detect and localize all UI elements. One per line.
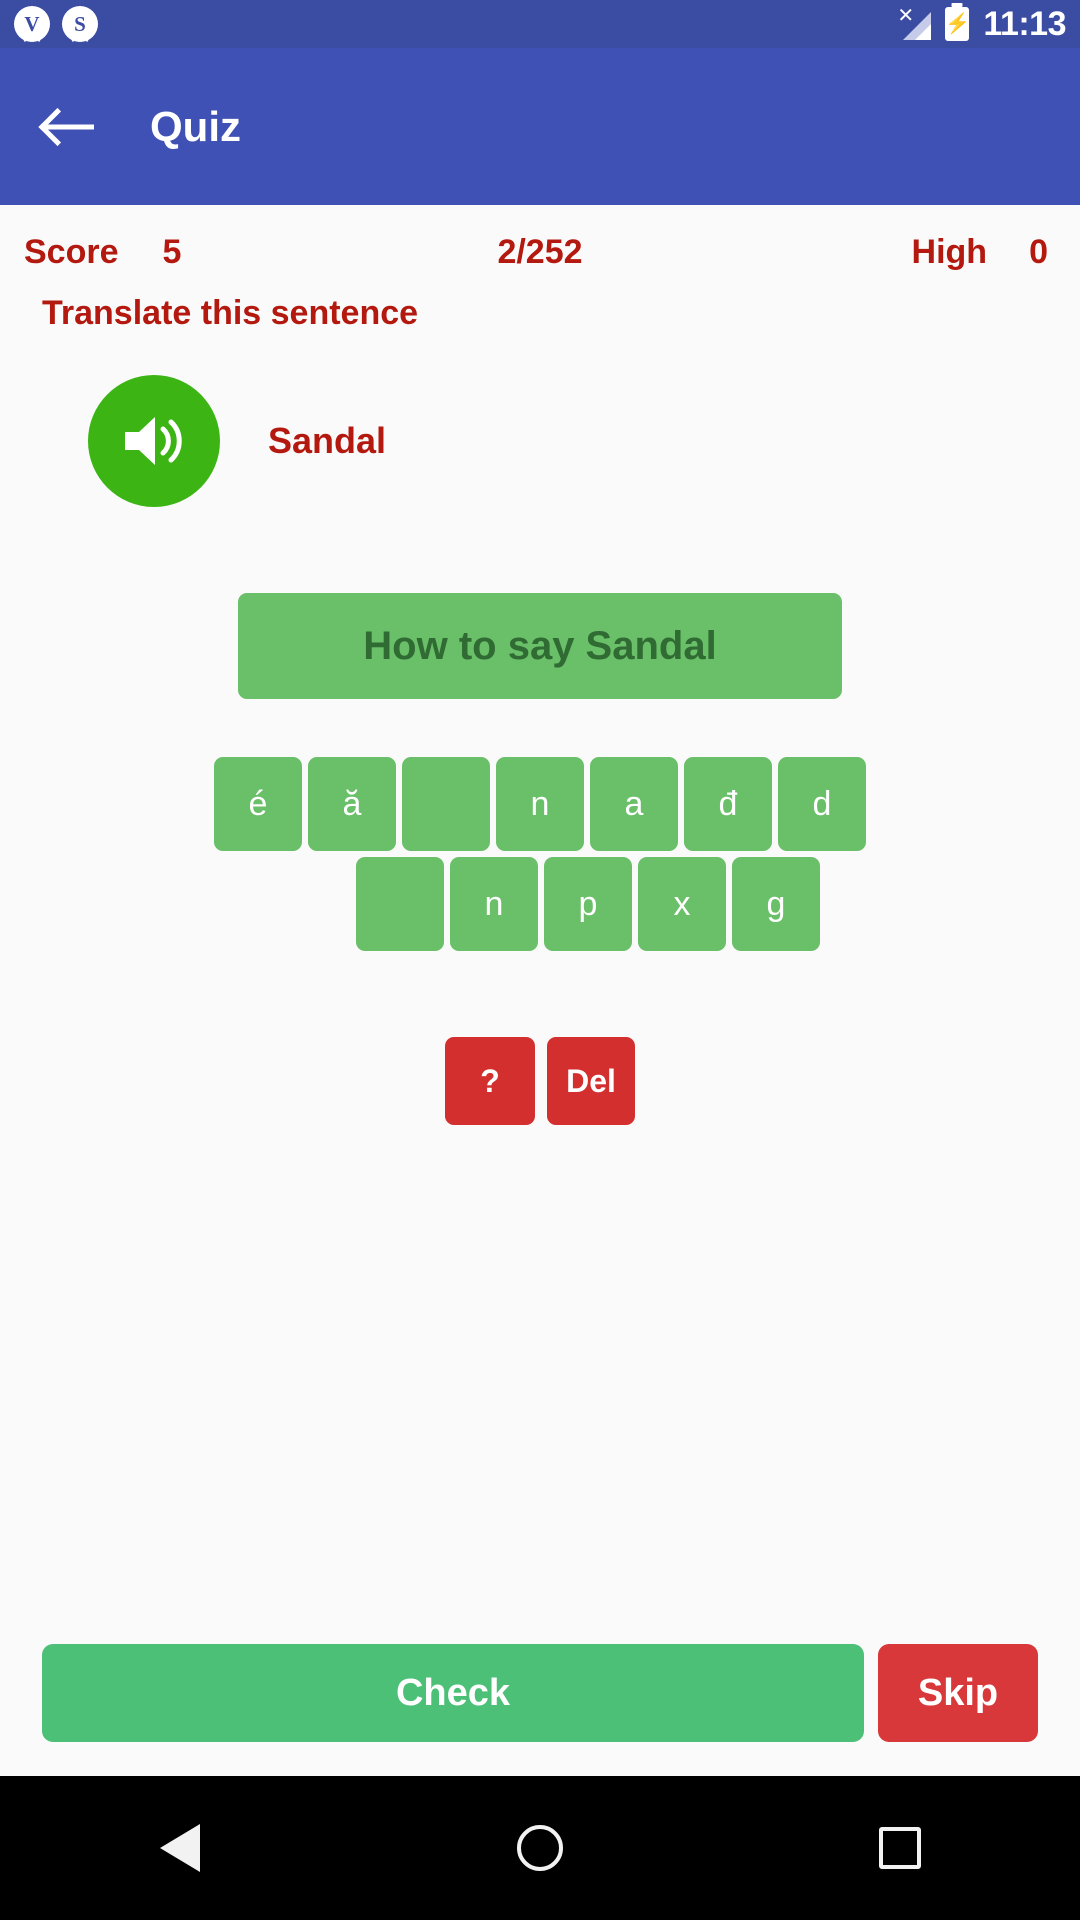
quiz-content: Score 5 2/252 High 0 Translate this sent… bbox=[0, 205, 1080, 1776]
signal-no-service-icon: ✕ bbox=[897, 6, 932, 40]
notification-badge-v: V bbox=[14, 6, 50, 42]
high-score-value: 0 bbox=[1029, 233, 1048, 271]
instruction-text: Translate this sentence bbox=[42, 294, 419, 332]
sound-row: Sandal bbox=[0, 333, 1080, 507]
score-label: Score bbox=[24, 233, 119, 271]
letter-tile[interactable]: p bbox=[544, 857, 632, 951]
letter-tile[interactable]: a bbox=[590, 757, 678, 851]
row2-spacer bbox=[262, 857, 350, 951]
answer-input-area[interactable]: How to say Sandal bbox=[238, 593, 842, 699]
score-bar: Score 5 2/252 High 0 bbox=[0, 205, 1080, 272]
status-right-group: ✕ ⚡ 11:13 bbox=[897, 5, 1066, 44]
hint-button[interactable]: ? bbox=[445, 1037, 535, 1125]
keyboard-controls: ? Del bbox=[0, 1037, 1080, 1125]
letter-tile[interactable]: x bbox=[638, 857, 726, 951]
letter-tile-empty[interactable] bbox=[402, 757, 490, 851]
letter-tile[interactable]: d bbox=[778, 757, 866, 851]
letter-keyboard: é ă n a đ d n p x g bbox=[0, 757, 1080, 951]
letter-tile[interactable]: é bbox=[214, 757, 302, 851]
letter-tile[interactable]: n bbox=[450, 857, 538, 951]
score-value: 5 bbox=[162, 233, 182, 271]
check-button[interactable]: Check bbox=[42, 1644, 864, 1742]
nav-home-circle-icon[interactable] bbox=[480, 1776, 600, 1920]
android-nav-bar bbox=[0, 1776, 1080, 1920]
score-group: Score 5 bbox=[24, 233, 181, 272]
status-bar: V S ✕ ⚡ 11:13 bbox=[0, 0, 1080, 48]
letter-tile[interactable]: ă bbox=[308, 757, 396, 851]
app-bar: Quiz bbox=[0, 48, 1080, 205]
letter-tile[interactable]: g bbox=[732, 857, 820, 951]
high-score-label: High bbox=[911, 233, 988, 271]
letter-row-1: é ă n a đ d bbox=[0, 757, 1080, 851]
delete-button[interactable]: Del bbox=[547, 1037, 635, 1125]
back-arrow-icon[interactable] bbox=[44, 105, 96, 149]
speaker-volume-icon[interactable] bbox=[88, 375, 220, 507]
status-clock: 11:13 bbox=[983, 4, 1066, 43]
nav-back-triangle-icon[interactable] bbox=[120, 1776, 240, 1920]
battery-charging-icon: ⚡ bbox=[945, 7, 970, 41]
notification-icons: V S bbox=[14, 6, 98, 42]
notification-badge-v-label: V bbox=[24, 11, 40, 36]
notification-badge-s-label: S bbox=[74, 11, 86, 36]
action-bar: Check Skip bbox=[0, 1644, 1080, 1742]
quiz-screen: V S ✕ ⚡ 11:13 Quiz Score 5 2/252 High 0 … bbox=[0, 0, 1080, 1920]
letter-tile[interactable]: đ bbox=[684, 757, 772, 851]
high-score-group: High 0 bbox=[912, 233, 1056, 272]
question-word: Sandal bbox=[268, 420, 387, 461]
letter-tile[interactable]: n bbox=[496, 757, 584, 851]
skip-button[interactable]: Skip bbox=[878, 1644, 1038, 1742]
progress-counter: 2/252 bbox=[497, 233, 583, 271]
letter-row-2: n p x g bbox=[0, 857, 1080, 951]
nav-recents-square-icon[interactable] bbox=[840, 1776, 960, 1920]
page-title: Quiz bbox=[150, 102, 241, 150]
notification-badge-s: S bbox=[62, 6, 98, 42]
letter-tile-empty[interactable] bbox=[356, 857, 444, 951]
